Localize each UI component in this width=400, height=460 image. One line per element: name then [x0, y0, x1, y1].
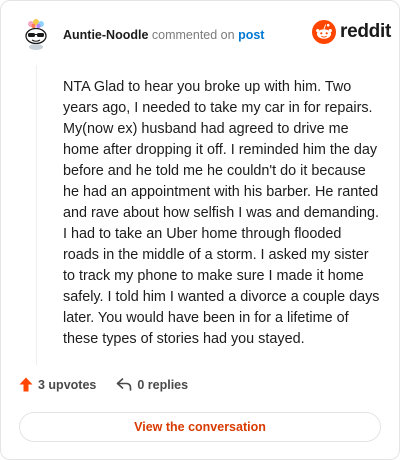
upvote-arrow-icon: [19, 377, 33, 392]
reddit-brand[interactable]: reddit: [312, 20, 391, 44]
comment-body: NTA Glad to hear you broke up with him. …: [63, 79, 380, 347]
reddit-logo-icon: [312, 20, 336, 44]
user-avatar[interactable]: [19, 17, 53, 51]
reply-arrow-icon: [117, 378, 132, 391]
view-conversation-button[interactable]: View the conversation: [19, 412, 381, 442]
replies-button[interactable]: 0 replies: [116, 378, 188, 392]
comment-actions: 3 upvotes 0 replies: [19, 377, 188, 392]
comment-embed-card: Auntie-Noodle commented on post reddit N…: [0, 0, 400, 460]
upvote-button[interactable]: 3 upvotes: [19, 377, 96, 392]
reddit-wordmark: reddit: [340, 21, 391, 42]
username-link[interactable]: Auntie-Noodle: [63, 28, 148, 42]
commented-on-text: commented on: [151, 28, 235, 42]
upvote-count: 3 upvotes: [38, 377, 97, 392]
reply-count: 0 replies: [137, 377, 189, 392]
comment-header: Auntie-Noodle commented on post: [63, 28, 264, 42]
post-link[interactable]: post: [238, 28, 264, 42]
thread-line: [36, 65, 37, 365]
snoo-avatar-icon: [20, 18, 52, 50]
